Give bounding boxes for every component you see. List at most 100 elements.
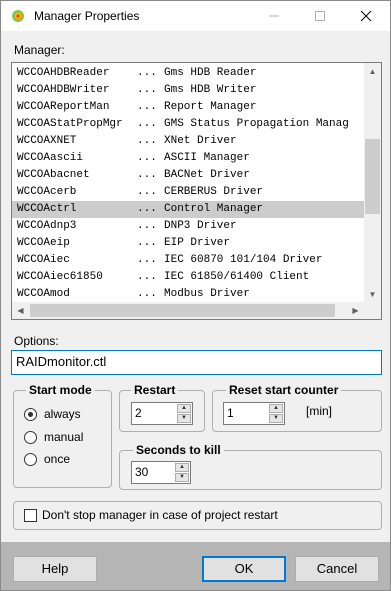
list-item-description: BACNet Driver (164, 169, 250, 181)
seconds-to-kill-up-icon[interactable]: ▲ (175, 463, 189, 472)
list-item[interactable]: WCCOAStatPropMgr... GMS Status Propagatio… (12, 116, 364, 133)
seconds-to-kill-spinner[interactable]: 30 ▲ ▼ (131, 461, 191, 484)
list-item-separator: ... (137, 186, 157, 198)
reset-counter-down-icon[interactable]: ▼ (269, 414, 283, 423)
list-item-description: EIP Driver (164, 237, 231, 249)
list-item-separator: ... (137, 237, 157, 249)
list-item[interactable]: WCCOActrl... Control Manager (12, 201, 364, 218)
restart-title: Restart (131, 383, 179, 397)
list-item-description: ASCII Manager (164, 152, 250, 164)
seconds-to-kill-group: Seconds to kill 30 ▲ ▼ (119, 443, 382, 490)
reset-counter-value: 1 (227, 406, 234, 420)
dont-stop-group: Don't stop manager in case of project re… (13, 501, 382, 530)
list-item[interactable]: WCCOAReportMan... Report Manager (12, 99, 364, 116)
manager-list-items: WCCOAHDBReader... Gms HDB Reader WCCOAHDBW… (12, 63, 364, 303)
list-item[interactable]: WCCOAXNET... XNet Driver (12, 133, 364, 150)
list-item-description: Control Manager (164, 203, 264, 215)
horizontal-scrollbar[interactable]: ◀ ▶ (12, 302, 364, 319)
list-item-separator: ... (137, 101, 157, 113)
maximize-button[interactable] (297, 1, 343, 31)
manager-listbox[interactable]: WCCOAHDBReader... Gms HDB Reader WCCOAHDBW… (11, 62, 382, 320)
list-item-name: WCCOAbacnet (17, 169, 90, 181)
list-item-separator: ... (137, 152, 157, 164)
list-item-description: Modbus Driver (164, 288, 250, 300)
list-item-name: WCCOAReportMan (17, 101, 110, 113)
scroll-down-icon[interactable]: ▼ (364, 286, 381, 303)
close-button[interactable] (343, 1, 389, 31)
scroll-right-icon[interactable]: ▶ (347, 302, 364, 319)
dont-stop-checkbox[interactable] (24, 509, 37, 522)
restart-up-icon[interactable]: ▲ (177, 404, 191, 413)
radio-always-button[interactable] (24, 408, 37, 421)
start-mode-group: Start mode always manual once (13, 383, 112, 488)
list-item-description: XNet Driver (164, 135, 237, 147)
maximize-icon (315, 11, 325, 21)
list-item-name: WCCOAdnp3 (17, 220, 77, 232)
seconds-to-kill-down-icon[interactable]: ▼ (175, 473, 189, 482)
reset-counter-spin-buttons: ▲ ▼ (269, 404, 283, 423)
help-button[interactable]: Help (13, 556, 97, 582)
restart-value: 2 (135, 406, 142, 420)
list-item[interactable]: WCCOAmod... Modbus Driver (12, 286, 364, 303)
list-item-name: WCCOAHDBWriter (17, 84, 110, 96)
list-item[interactable]: WCCOAcerb... CERBERUS Driver (12, 184, 364, 201)
list-item-name: WCCOActrl (17, 203, 77, 215)
list-item-separator: ... (137, 135, 157, 147)
list-item[interactable]: WCCOAHDBWriter... Gms HDB Writer (12, 82, 364, 99)
radio-once-button[interactable] (24, 453, 37, 466)
button-bar: Help OK Cancel (1, 542, 390, 590)
title-bar[interactable]: Manager Properties (1, 1, 390, 31)
radio-manual-label: manual (44, 430, 84, 444)
scroll-corner (364, 302, 381, 319)
close-icon (360, 10, 372, 22)
restart-down-icon[interactable]: ▼ (177, 414, 191, 423)
reset-counter-up-icon[interactable]: ▲ (269, 404, 283, 413)
list-item-name: WCCOAiec61850 (17, 271, 103, 283)
list-item[interactable]: WCCOAiec61850... IEC 61850/61400 Client (12, 269, 364, 286)
list-item[interactable]: WCCOAbacnet... BACNet Driver (12, 167, 364, 184)
minimize-button[interactable] (251, 1, 297, 31)
restart-group: Restart 2 ▲ ▼ (119, 383, 205, 432)
radio-manual-button[interactable] (24, 431, 37, 444)
start-mode-title: Start mode (26, 383, 95, 397)
list-item-separator: ... (137, 288, 157, 300)
reset-counter-spinner[interactable]: 1 ▲ ▼ (223, 402, 285, 425)
list-item-separator: ... (137, 118, 157, 130)
list-item-description: Report Manager (164, 101, 257, 113)
radio-always-label: always (44, 407, 81, 421)
list-item[interactable]: WCCOAHDBReader... Gms HDB Reader (12, 65, 364, 82)
seconds-to-kill-title: Seconds to kill (133, 443, 224, 457)
list-item-description: IEC 61850/61400 Client (164, 271, 310, 283)
list-item-description: Gms HDB Reader (164, 67, 257, 79)
vertical-scroll-thumb[interactable] (365, 139, 380, 214)
list-item-name: WCCOAcerb (17, 186, 77, 198)
scroll-up-icon[interactable]: ▲ (364, 63, 381, 80)
list-item[interactable]: WCCOAdnp3... DNP3 Driver (12, 218, 364, 235)
list-item-name: WCCOAeip (17, 237, 70, 249)
cancel-button[interactable]: Cancel (295, 556, 379, 582)
list-item-description: CERBERUS Driver (164, 186, 264, 198)
list-item-separator: ... (137, 220, 157, 232)
window-title: Manager Properties (34, 9, 140, 23)
horizontal-scroll-thumb[interactable] (30, 304, 335, 317)
options-label: Options: (14, 334, 59, 348)
reset-counter-title: Reset start counter (226, 383, 342, 397)
list-item[interactable]: WCCOAeip... EIP Driver (12, 235, 364, 252)
minimize-icon (269, 15, 279, 17)
list-item-name: WCCOAStatPropMgr (17, 118, 123, 130)
list-item-separator: ... (137, 67, 157, 79)
list-item-description: GMS Status Propagation Manag (164, 118, 349, 130)
vertical-scrollbar[interactable]: ▲ ▼ (364, 63, 381, 303)
dont-stop-label[interactable]: Don't stop manager in case of project re… (42, 508, 278, 522)
list-item[interactable]: WCCOAascii... ASCII Manager (12, 150, 364, 167)
scroll-left-icon[interactable]: ◀ (12, 302, 29, 319)
list-item[interactable]: WCCOAiec... IEC 60870 101/104 Driver (12, 252, 364, 269)
restart-spinner[interactable]: 2 ▲ ▼ (131, 402, 193, 425)
list-item-name: WCCOAmod (17, 288, 70, 300)
list-item-separator: ... (137, 169, 157, 181)
ok-button[interactable]: OK (202, 556, 286, 582)
radio-once-label: once (44, 452, 71, 466)
list-item-separator: ... (137, 271, 157, 283)
list-item-description: IEC 60870 101/104 Driver (164, 254, 323, 266)
options-input[interactable]: RAIDmonitor.ctl (11, 350, 382, 375)
